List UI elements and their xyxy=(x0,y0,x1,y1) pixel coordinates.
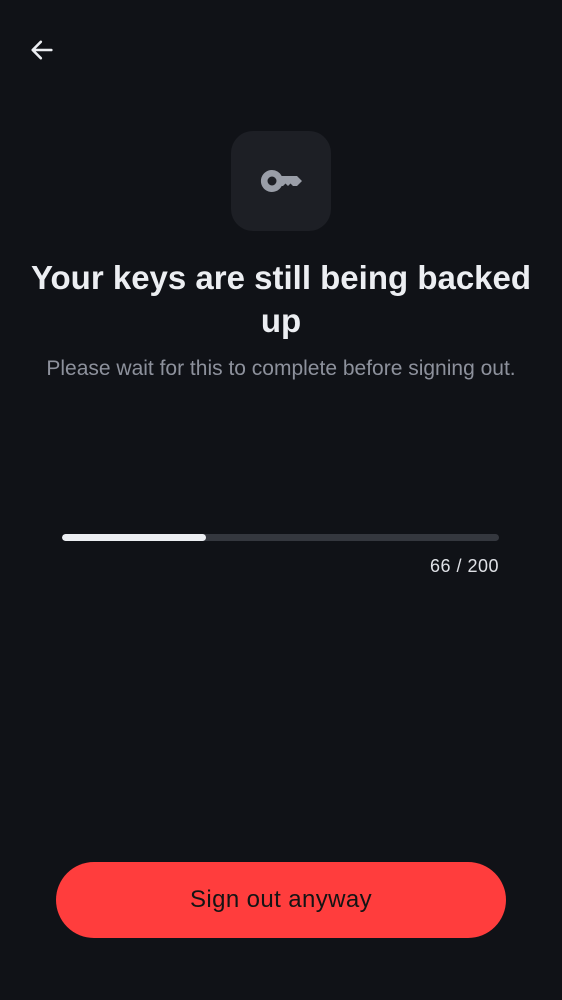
key-backup-screen: Your keys are still being backed up Plea… xyxy=(0,0,562,1000)
sign-out-anyway-label: Sign out anyway xyxy=(189,886,373,913)
backup-progress-bar xyxy=(62,534,499,541)
key-icon-tile xyxy=(231,131,331,231)
page-title: Your keys are still being backed up xyxy=(30,259,532,339)
backup-progress-fill xyxy=(62,534,207,541)
sign-out-anyway-button[interactable]: Sign out anyway xyxy=(56,862,506,938)
key-icon xyxy=(260,169,302,192)
backup-progress-count: 66 / 200 xyxy=(429,556,499,576)
page-subtitle: Please wait for this to complete before … xyxy=(46,357,516,380)
arrow-left-icon xyxy=(31,40,53,60)
back-button[interactable] xyxy=(18,26,66,74)
